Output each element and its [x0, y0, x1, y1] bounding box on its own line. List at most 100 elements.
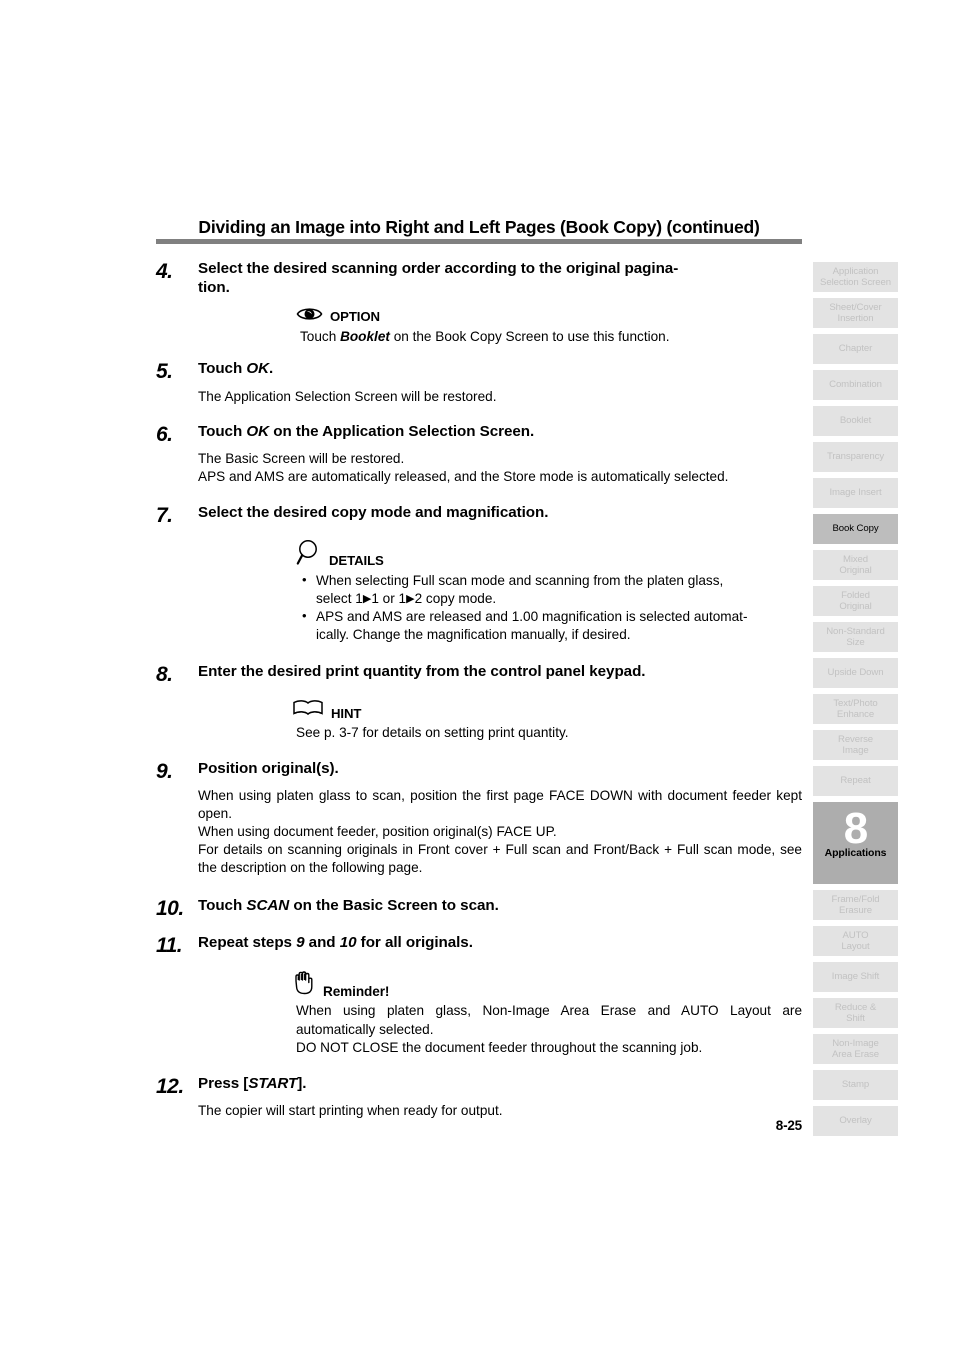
- tab-label: Upside Down: [827, 667, 884, 679]
- sidebar-tab-auto-layout[interactable]: AUTO Layout: [813, 926, 898, 956]
- step-number: 8.: [156, 663, 173, 687]
- tab-label: Image Shift: [831, 971, 880, 983]
- sidebar-tab-sheet-cover-insertion[interactable]: Sheet/Cover Insertion: [813, 298, 898, 328]
- step5-pre: Touch: [198, 360, 247, 378]
- callout-hint-label: HINT: [331, 705, 362, 721]
- document-page: Dividing an Image into Right and Left Pa…: [0, 0, 954, 1351]
- step10-post: on the Basic Screen to scan.: [289, 897, 499, 915]
- step11-pre: Repeat steps: [198, 934, 297, 952]
- callout-option: OPTION Touch Booklet on the Book Copy Sc…: [296, 306, 802, 346]
- step10-emphasis: SCAN: [246, 897, 290, 915]
- step-body-line: The Application Selection Screen will be…: [198, 388, 497, 404]
- open-book-icon: [292, 699, 324, 723]
- callout-details: DETAILS When selecting Full scan mode an…: [296, 539, 802, 644]
- step-12: 12. Press [START]. The copier will start…: [156, 1075, 802, 1120]
- callout-option-text: Touch Booklet on the Book Copy Screen to…: [300, 328, 802, 346]
- sidebar-tab-text-photo-enhance[interactable]: Text/Photo Enhance: [813, 694, 898, 724]
- sidebar-tab-upside-down[interactable]: Upside Down: [813, 658, 898, 688]
- bullet-line1: APS and AMS are released and 1.00 magnif…: [316, 609, 748, 625]
- step-number: 4.: [156, 260, 173, 284]
- sidebar-tab-image-insert[interactable]: Image Insert: [813, 478, 898, 508]
- tab-label: Application Selection Screen: [820, 265, 891, 288]
- tab-label: Folded Original: [839, 589, 872, 612]
- bullet-line2: select 1▶1 or 1▶2 copy mode.: [316, 590, 802, 608]
- step-heading: Touch SCAN on the Basic Screen to scan.: [198, 897, 802, 916]
- hint-text-line: See p. 3-7 for details on setting print …: [296, 724, 569, 740]
- step11-mid: and: [304, 934, 340, 952]
- sidebar-tab-overlay[interactable]: Overlay: [813, 1106, 898, 1136]
- sidebar-tab-reverse-image[interactable]: Reverse Image: [813, 730, 898, 760]
- step-body-line: When using document feeder, position ori…: [198, 823, 557, 839]
- step-heading: Touch OK.: [198, 360, 802, 379]
- callout-option-label: OPTION: [330, 309, 380, 325]
- sidebar-tab-stamp[interactable]: Stamp: [813, 1070, 898, 1100]
- step-10: 10. Touch SCAN on the Basic Screen to sc…: [156, 897, 802, 921]
- magnifier-icon: [296, 539, 322, 571]
- callout-hint: HINT See p. 3-7 for details on setting p…: [292, 699, 802, 742]
- sidebar-tab-image-shift[interactable]: Image Shift: [813, 962, 898, 992]
- sidebar-tab-transparency[interactable]: Transparency: [813, 442, 898, 472]
- main-content-column: Dividing an Image into Right and Left Pa…: [156, 217, 802, 1122]
- sidebar-tab-chapter[interactable]: Chapter: [813, 334, 898, 364]
- step-heading: Press [START].: [198, 1075, 802, 1094]
- step11-post: for all originals.: [356, 934, 473, 952]
- tab-label: Reverse Image: [837, 733, 874, 756]
- step-7: 7. Select the desired copy mode and magn…: [156, 504, 802, 528]
- tab-label: Book Copy: [832, 523, 879, 535]
- bullet-line2: ically. Change the magnification manuall…: [316, 627, 631, 643]
- page-number: 8-25: [775, 1118, 802, 1133]
- tab-label: Chapter: [838, 343, 873, 355]
- tab-label: Repeat: [840, 775, 871, 787]
- step-8: 8. Enter the desired print quantity from…: [156, 663, 802, 687]
- step-5: 5. Touch OK. The Application Selection S…: [156, 360, 802, 405]
- sidebar-tab-book-copy[interactable]: Book Copy: [813, 514, 898, 544]
- sidebar-tab-frame-fold-erasure[interactable]: Frame/Fold Erasure: [813, 890, 898, 920]
- tab-label: Non-Standard Size: [826, 625, 885, 648]
- chapter-number: 8: [843, 804, 869, 853]
- tab-label: Text/Photo Enhance: [833, 697, 878, 720]
- step6-pre: Touch: [198, 422, 247, 440]
- step-heading: Select the desired scanning order accord…: [198, 260, 802, 297]
- step10-pre: Touch: [198, 897, 247, 915]
- sidebar-tab-reduce-shift[interactable]: Reduce & Shift: [813, 998, 898, 1028]
- tab-label: Frame/Fold Erasure: [831, 893, 880, 916]
- step-heading: Position original(s).: [198, 759, 339, 777]
- step6-emphasis: OK: [246, 422, 270, 440]
- step12-pre: Press [: [198, 1074, 249, 1092]
- callout-details-label: DETAILS: [329, 553, 384, 569]
- step-heading-line2: tion.: [198, 278, 230, 296]
- callout-reminder-header: Reminder!: [292, 970, 802, 1001]
- tab-label: Transparency: [826, 451, 885, 463]
- chapter-name: Applications: [824, 846, 887, 859]
- tab-label: Mixed Original: [839, 553, 872, 576]
- bullet-line1: When selecting Full scan mode and scanni…: [316, 573, 724, 589]
- step-number: 9.: [156, 759, 173, 783]
- callout-hint-text: See p. 3-7 for details on setting print …: [296, 724, 802, 742]
- sidebar-tab-mixed-original[interactable]: Mixed Original: [813, 550, 898, 580]
- step6-post: on the Application Selection Screen.: [269, 422, 535, 440]
- sidebar-tab-folded-original[interactable]: Folded Original: [813, 586, 898, 616]
- bullet-post: 2 copy mode.: [414, 591, 497, 607]
- step-9: 9. Position original(s). When using plat…: [156, 760, 802, 878]
- bullet-mid: 1 or 1: [371, 591, 407, 607]
- sidebar-tab-booklet[interactable]: Booklet: [813, 406, 898, 436]
- hand-stop-icon: [292, 970, 316, 1001]
- step-number: 5.: [156, 360, 173, 384]
- sidebar-tab-non-image-area-erase[interactable]: Non-Image Area Erase: [813, 1034, 898, 1064]
- step-6: 6. Touch OK on the Application Selection…: [156, 423, 802, 486]
- step-number: 7.: [156, 503, 173, 527]
- sidebar-tab-application-selection-screen[interactable]: Application Selection Screen: [813, 262, 898, 292]
- step-body-line: When using platen glass to scan, positio…: [198, 787, 802, 821]
- callout-reminder: Reminder! When using platen glass, Non-I…: [292, 970, 802, 1056]
- sidebar-tab-non-standard-size[interactable]: Non-Standard Size: [813, 622, 898, 652]
- callout-details-header: DETAILS: [296, 539, 802, 571]
- sidebar-tab-combination[interactable]: Combination: [813, 370, 898, 400]
- step-number: 11.: [156, 934, 183, 958]
- chapter-tab-rail: Application Selection Screen Sheet/Cover…: [813, 262, 898, 1142]
- step-11: 11. Repeat steps 9 and 10 for all origin…: [156, 934, 802, 958]
- tab-label: Combination: [829, 379, 882, 391]
- step-heading: Select the desired copy mode and magnifi…: [198, 503, 549, 521]
- sidebar-tab-repeat[interactable]: Repeat: [813, 766, 898, 796]
- step-heading: Touch OK on the Application Selection Sc…: [198, 423, 802, 442]
- option-text-emphasis: Booklet: [340, 329, 390, 345]
